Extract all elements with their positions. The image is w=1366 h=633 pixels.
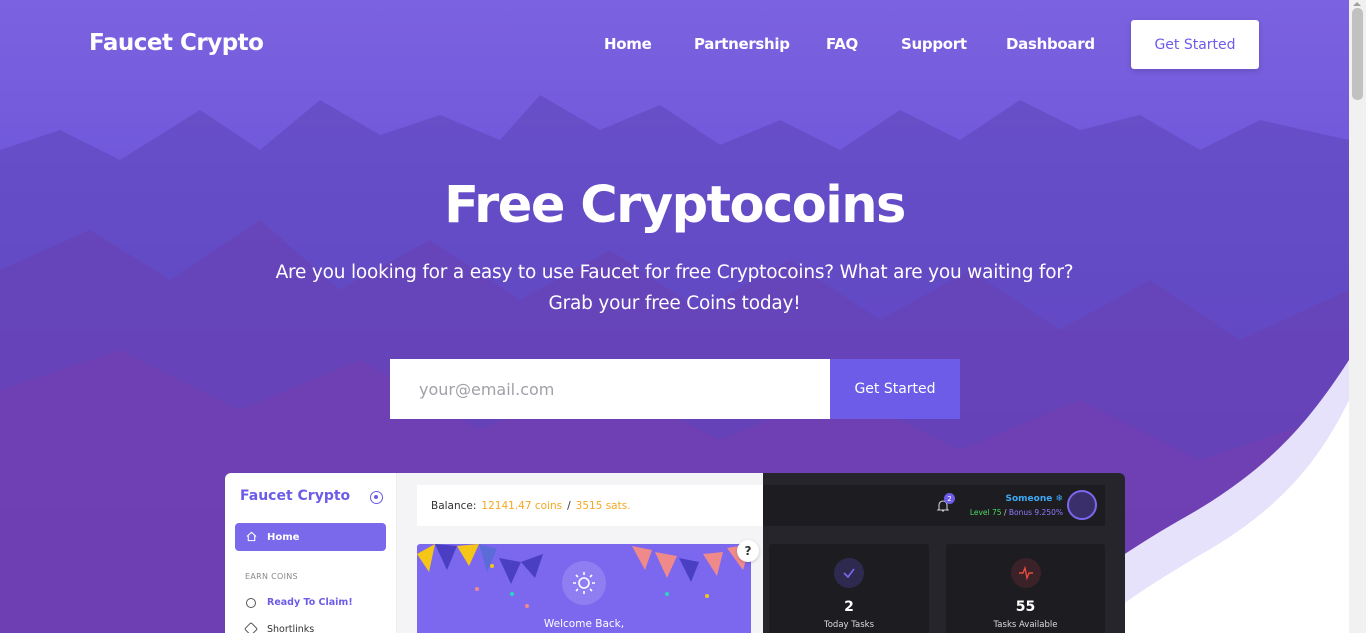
level-text: Level 75 xyxy=(969,508,1002,517)
watch-icon xyxy=(246,598,256,608)
notification-badge: 2 xyxy=(944,493,955,504)
today-tasks-label: Today Tasks xyxy=(823,620,875,630)
preview-main: Balance: 12141.47 coins / 3515 sats. Wel… xyxy=(397,473,763,633)
tasks-available-label: Tasks Available xyxy=(993,620,1058,630)
preview-username: Someone ❄ xyxy=(1005,494,1063,504)
help-icon[interactable]: ? xyxy=(737,540,759,562)
hero-subtitle-line1: Are you looking for a easy to use Faucet… xyxy=(275,262,1074,283)
balance-separator: / xyxy=(567,499,571,512)
brand-logo[interactable]: Faucet Crypto xyxy=(89,30,264,56)
preview-home-item: Home xyxy=(235,523,386,551)
link-icon xyxy=(243,621,259,633)
scroll-up-arrow[interactable] xyxy=(1353,2,1361,6)
tasks-available-value: 55 xyxy=(1015,599,1036,615)
dashboard-preview: Faucet Crypto Home EARN COINS Ready To C… xyxy=(225,473,1125,633)
preview-home-label: Home xyxy=(267,531,300,543)
tasks-available-card: 55 Tasks Available xyxy=(946,544,1105,633)
preview-balance: Balance: 12141.47 coins / 3515 sats. xyxy=(417,485,763,526)
pulse-icon xyxy=(1011,558,1041,588)
preview-topbar: 2 Someone ❄ Level 75 / Bonus 9.250% xyxy=(763,485,1105,526)
balance-sats: 3515 sats. xyxy=(575,499,631,512)
today-tasks-card: 2 Today Tasks xyxy=(769,544,929,633)
preview-welcome-card: Welcome Back, xyxy=(417,544,751,633)
get-started-button[interactable]: Get Started xyxy=(1131,20,1259,69)
signup-button[interactable]: Get Started xyxy=(830,359,960,419)
top-nav: Faucet Crypto Home Partnership FAQ Suppo… xyxy=(0,0,1349,90)
avatar xyxy=(1067,490,1097,520)
balance-label: Balance: xyxy=(431,499,477,512)
welcome-text: Welcome Back, xyxy=(543,618,625,630)
preview-brand: Faucet Crypto xyxy=(240,488,351,504)
level-separator: / xyxy=(1003,508,1007,517)
nav-home[interactable]: Home xyxy=(604,35,652,53)
page-scrollbar[interactable] xyxy=(1349,0,1366,633)
check-icon xyxy=(834,558,864,588)
preview-dark-panel: 2 Someone ❄ Level 75 / Bonus 9.250% 2 To… xyxy=(763,473,1125,633)
preview-level: Level 75 / Bonus 9.250% xyxy=(970,508,1063,517)
preview-link-claim: Ready To Claim! xyxy=(267,597,353,608)
nav-support[interactable]: Support xyxy=(901,35,967,53)
preview-link-shortlinks: Shortlinks xyxy=(267,624,315,633)
preview-sidebar: Faucet Crypto Home EARN COINS Ready To C… xyxy=(225,473,397,633)
today-tasks-value: 2 xyxy=(844,599,854,615)
nav-dashboard[interactable]: Dashboard xyxy=(1006,35,1095,53)
target-icon xyxy=(370,491,383,504)
sun-icon xyxy=(562,561,606,605)
bonus-text: Bonus 9.250% xyxy=(1008,508,1063,517)
nav-faq[interactable]: FAQ xyxy=(826,35,858,53)
signup-form: Get Started xyxy=(390,359,960,419)
hero-title: Free Cryptocoins xyxy=(444,176,906,235)
hero-subtitle-line2: Grab your free Coins today! xyxy=(548,293,801,314)
email-input[interactable] xyxy=(390,359,830,419)
balance-coins: 12141.47 coins xyxy=(481,499,563,512)
preview-section-label: EARN COINS xyxy=(245,572,298,581)
scroll-thumb[interactable] xyxy=(1352,8,1363,100)
home-icon xyxy=(246,531,257,542)
hero-section: Faucet Crypto Home Partnership FAQ Suppo… xyxy=(0,0,1349,633)
nav-partnership[interactable]: Partnership xyxy=(694,35,790,53)
